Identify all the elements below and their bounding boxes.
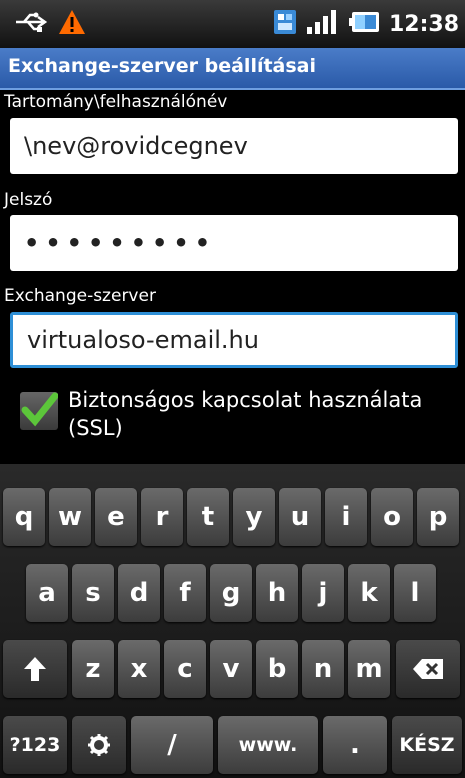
gear-icon: [88, 734, 110, 756]
domain-username-label: Tartomány\felhasználónév: [4, 92, 228, 112]
key-w[interactable]: w: [49, 488, 91, 546]
page-title: Exchange-szerver beállításai: [8, 55, 317, 77]
key-slash[interactable]: /: [131, 716, 213, 774]
settings-key[interactable]: [72, 716, 126, 774]
key-dot[interactable]: .: [323, 716, 387, 774]
ssl-option[interactable]: Biztonságos kapcsolat használata (SSL): [20, 386, 428, 442]
shift-key[interactable]: [3, 640, 67, 698]
done-key[interactable]: KÉSZ: [392, 716, 462, 774]
clock: 12:38: [388, 11, 459, 37]
key-d[interactable]: d: [118, 564, 160, 622]
server-value: virtualoso-email.hu: [27, 326, 259, 354]
key-u[interactable]: u: [279, 488, 321, 546]
title-bar: Exchange-szerver beállításai: [0, 48, 465, 90]
shift-icon: [24, 657, 46, 681]
sim-icon: [273, 9, 297, 39]
password-value: •••••••••: [24, 229, 217, 257]
key-q[interactable]: q: [3, 488, 45, 546]
server-field[interactable]: virtualoso-email.hu: [10, 312, 458, 368]
password-label: Jelszó: [4, 190, 53, 210]
key-g[interactable]: g: [210, 564, 252, 622]
battery-icon: [348, 10, 381, 38]
key-s[interactable]: s: [72, 564, 114, 622]
key-v[interactable]: v: [210, 640, 252, 698]
key-f[interactable]: f: [164, 564, 206, 622]
ssl-label: Biztonságos kapcsolat használata (SSL): [68, 388, 423, 440]
key-t[interactable]: t: [187, 488, 229, 546]
keyboard: q w e r t y u i o p a s d f g h j k l z …: [0, 464, 465, 778]
check-icon: [21, 392, 58, 427]
key-c[interactable]: c: [164, 640, 206, 698]
signal-icon: [305, 9, 341, 39]
key-x[interactable]: x: [118, 640, 160, 698]
ssl-checkbox[interactable]: [20, 392, 58, 430]
key-e[interactable]: e: [95, 488, 137, 546]
key-r[interactable]: r: [141, 488, 183, 546]
key-y[interactable]: y: [233, 488, 275, 546]
key-p[interactable]: p: [417, 488, 459, 546]
key-o[interactable]: o: [371, 488, 413, 546]
key-i[interactable]: i: [325, 488, 367, 546]
domain-username-field[interactable]: \nev@rovidcegnev: [10, 118, 458, 174]
key-l[interactable]: l: [394, 564, 436, 622]
key-b[interactable]: b: [256, 640, 298, 698]
key-z[interactable]: z: [72, 640, 114, 698]
server-label: Exchange-szerver: [4, 286, 156, 306]
key-j[interactable]: j: [302, 564, 344, 622]
key-a[interactable]: a: [26, 564, 68, 622]
key-m[interactable]: m: [348, 640, 390, 698]
domain-username-value: \nev@rovidcegnev: [24, 132, 248, 160]
key-n[interactable]: n: [302, 640, 344, 698]
symbols-key[interactable]: ?123: [3, 716, 67, 774]
backspace-key[interactable]: [396, 640, 460, 698]
password-field[interactable]: •••••••••: [10, 215, 458, 271]
key-k[interactable]: k: [348, 564, 390, 622]
backspace-icon: [413, 659, 443, 679]
warning-icon: [58, 9, 86, 39]
status-bar: 12:38: [0, 0, 465, 48]
www-key[interactable]: www.: [218, 716, 318, 774]
key-h[interactable]: h: [256, 564, 298, 622]
usb-icon: [14, 12, 48, 36]
